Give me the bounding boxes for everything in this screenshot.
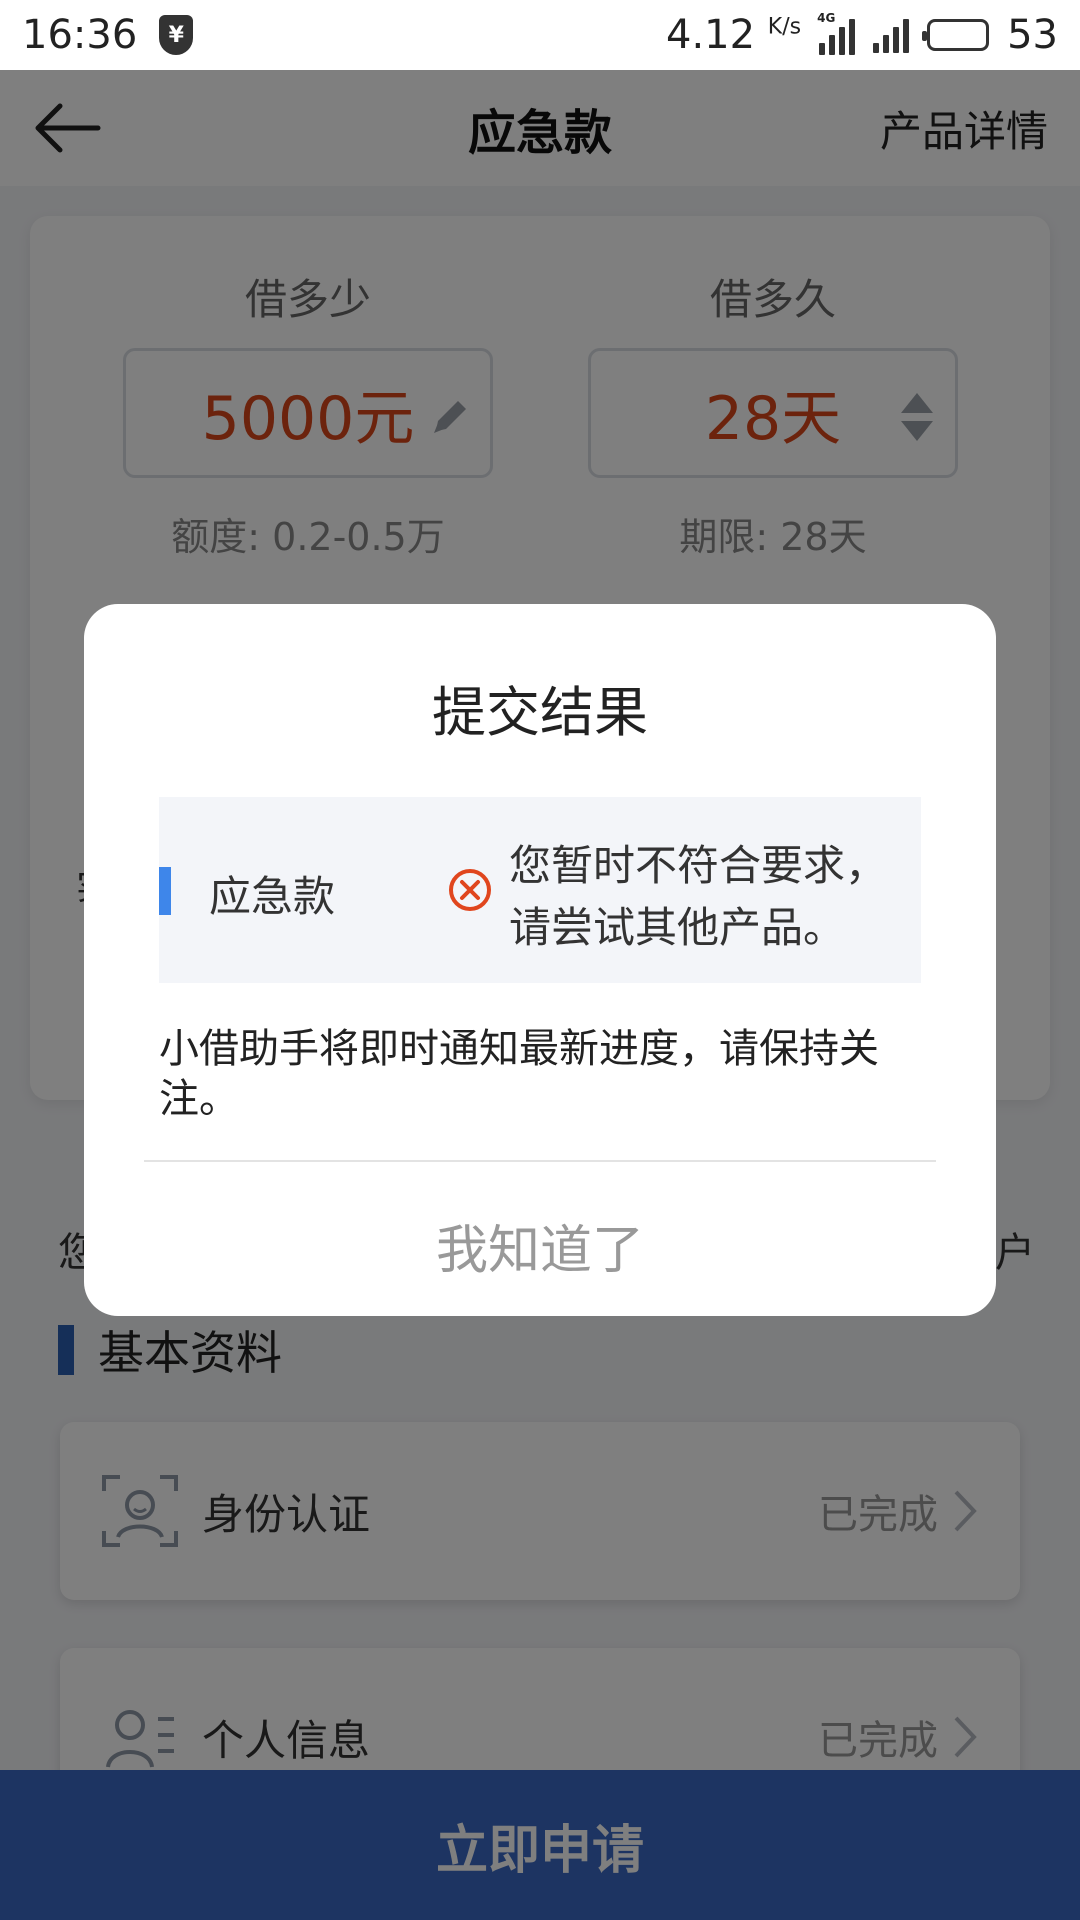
status-time: 16:36 xyxy=(22,12,138,58)
network-speed-unit: K/s xyxy=(767,14,802,40)
result-product-name: 应急款 xyxy=(209,872,336,921)
dialog-note: 小借助手将即时通知最新进度，请保持关注。 xyxy=(159,1026,879,1122)
status-bar: 16:36 ¥ 4.12 K/s 4G 53 xyxy=(0,0,1080,70)
dialog-title: 提交结果 xyxy=(432,681,648,744)
dialog-divider xyxy=(144,1160,936,1162)
signal-bar xyxy=(839,27,846,55)
signal-strength-icon xyxy=(873,17,910,53)
got-it-button[interactable]: 我知道了 xyxy=(84,1208,996,1283)
network-type-label: 4G xyxy=(817,11,836,25)
signal-bar xyxy=(849,19,856,55)
result-message-line-1: 您暂时不符合要求， xyxy=(509,841,888,890)
signal-bar xyxy=(893,27,900,53)
result-panel: 应急款 您暂时不符合要求， 请尝试其他产品。 xyxy=(159,797,921,983)
shield-icon: ¥ xyxy=(159,15,194,55)
result-message-line-2: 请尝试其他产品。 xyxy=(509,903,846,952)
cellular-4g-icon: 4G xyxy=(817,11,856,55)
battery-level: 53 xyxy=(1007,12,1058,58)
signal-bar xyxy=(883,35,890,53)
signal-bar xyxy=(819,43,826,55)
signal-bar xyxy=(829,35,836,55)
signal-bar xyxy=(873,43,880,53)
network-speed-value: 4.12 xyxy=(666,12,756,58)
network-speed: 4.12 K/s xyxy=(666,12,801,58)
error-circle-icon xyxy=(449,869,491,911)
result-marker xyxy=(159,867,171,915)
submit-result-dialog: 提交结果 应急款 您暂时不符合要求， 请尝试其他产品。 小借助手将即时通知最新进… xyxy=(84,604,996,1316)
result-message: 您暂时不符合要求， 请尝试其他产品。 xyxy=(509,835,899,959)
battery-icon xyxy=(922,19,990,51)
signal-bar xyxy=(903,19,910,53)
